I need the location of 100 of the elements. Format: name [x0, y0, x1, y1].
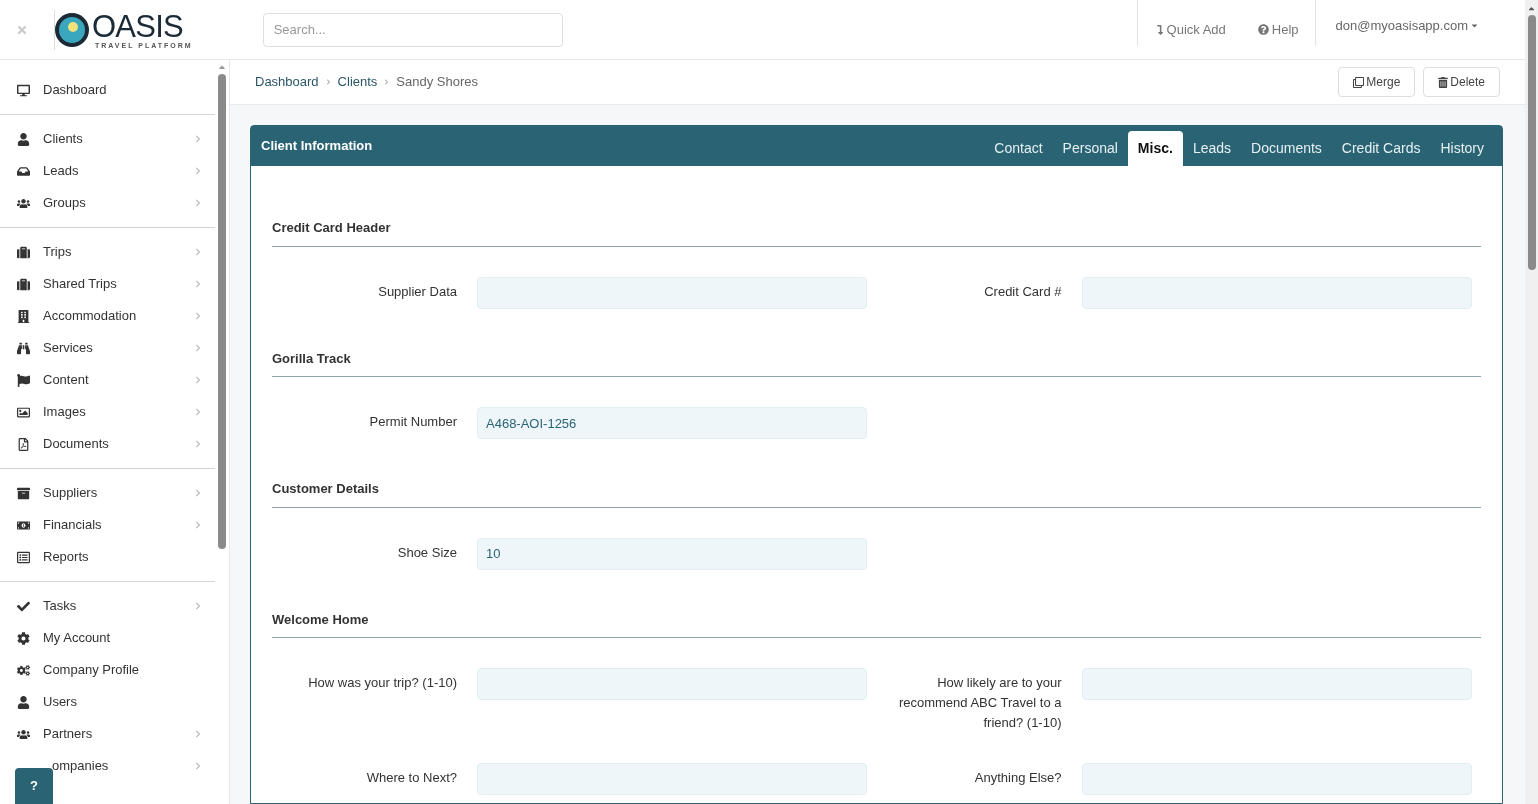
input-field[interactable]	[1081, 763, 1472, 795]
sidebar-item[interactable]: Groups	[0, 187, 215, 219]
sidebar-item[interactable]: Users	[0, 686, 215, 718]
sidebar-label: Shared Trips	[43, 275, 118, 294]
sidebar-item[interactable]: Documents	[0, 428, 215, 460]
breadcrumb-link[interactable]: Sandy Shores	[396, 72, 479, 92]
field-label: Supplier Data	[377, 282, 458, 301]
list-icon	[17, 550, 30, 564]
sidebar-label: Dashboard	[43, 81, 108, 100]
sidebar-item[interactable]: Dashboard	[0, 74, 215, 106]
sidebar-item[interactable]: Images	[0, 396, 215, 428]
sidebar-item[interactable]: Suppliers	[0, 477, 215, 509]
input-field[interactable]	[477, 763, 867, 795]
scrollbar-thumb[interactable]	[218, 74, 226, 549]
building-icon	[17, 309, 30, 323]
chevron-icon	[195, 312, 201, 320]
archive-icon	[17, 486, 30, 500]
close-icon[interactable]	[16, 23, 28, 36]
tab[interactable]: Leads	[1182, 131, 1242, 166]
section-title: Gorilla Track	[272, 348, 1481, 377]
scrollbar-thumb[interactable]	[1527, 15, 1536, 270]
sidebar-item[interactable]: Company Profile	[0, 654, 215, 686]
tab[interactable]: Misc.	[1127, 131, 1183, 166]
sidebar-label: My Account	[43, 629, 112, 648]
chevron-icon	[195, 167, 201, 175]
gears-icon	[17, 663, 30, 677]
binoculars-icon	[17, 341, 30, 355]
input-field[interactable]	[1081, 668, 1472, 700]
scroll-up-icon[interactable]	[1527, 4, 1536, 13]
pdf-file-icon	[17, 437, 30, 451]
sidebar-label: Documents	[43, 435, 110, 454]
panel-title: Client Information	[261, 137, 373, 156]
input-field[interactable]	[1081, 276, 1472, 309]
tab[interactable]: Personal	[1052, 131, 1128, 166]
breadcrumb-link[interactable]: Clients	[337, 72, 378, 92]
input-field[interactable]	[477, 276, 867, 309]
sidebar-label: Tasks	[43, 597, 78, 616]
sidebar-label: Partners	[43, 725, 94, 744]
suitcase-icon	[17, 277, 30, 291]
sidebar-item[interactable]: My Account	[0, 622, 215, 654]
merge-button[interactable]: Merge	[1338, 67, 1416, 97]
suitcase-icon	[17, 245, 30, 259]
copy-icon	[1353, 76, 1365, 88]
caret-icon	[1470, 21, 1479, 30]
sidebar-item[interactable]: Financials	[0, 509, 215, 541]
chevron-icon	[195, 408, 201, 416]
sidebar-label: Financials	[43, 516, 103, 535]
tab[interactable]: History	[1430, 131, 1494, 166]
chevron-icon	[195, 521, 201, 529]
user-icon	[17, 132, 30, 146]
sidebar-item[interactable]: Tasks	[0, 590, 215, 622]
tab[interactable]: Contact	[984, 131, 1053, 166]
sidebar-label: Trips	[43, 243, 73, 262]
search-field[interactable]: Search...	[262, 12, 563, 47]
sidebar-item[interactable]: Leads	[0, 155, 215, 187]
tab[interactable]: Documents	[1241, 131, 1332, 166]
field-label: Anything Else?	[973, 769, 1063, 787]
field-label: How was your trip? (1-10)	[307, 674, 458, 692]
chevron-icon	[195, 730, 201, 738]
field-label: Shoe Size	[396, 543, 458, 562]
breadcrumb-link[interactable]: Dashboard	[255, 72, 319, 92]
input-field[interactable]: 10	[477, 537, 867, 570]
sidebar-item[interactable]: Trips	[0, 236, 215, 268]
sidebar-item[interactable]: Content	[0, 364, 215, 396]
user-menu[interactable]: don@myoasisapp.com	[1335, 15, 1479, 36]
users-icon	[17, 196, 30, 210]
sidebar-label: Images	[43, 403, 87, 422]
sidebar-item[interactable]: Accommodation	[0, 300, 215, 332]
chevron-icon	[195, 199, 201, 207]
field-label: Credit Card #	[983, 282, 1063, 301]
sidebar-label: Company Profile	[43, 661, 141, 680]
help-icon	[1257, 24, 1269, 35]
help-button[interactable]: ?	[15, 768, 53, 804]
sidebar-item[interactable]: Services	[0, 332, 215, 364]
sidebar-label: ompanies	[52, 757, 110, 776]
input-field[interactable]	[477, 668, 867, 700]
sidebar-label: Services	[43, 339, 94, 358]
sidebar-item[interactable]: Partners	[0, 718, 215, 750]
chevron-icon	[195, 248, 201, 256]
delete-button[interactable]: Delete	[1423, 67, 1500, 97]
arrow-down-icon	[1155, 24, 1164, 35]
chevron-icon	[195, 440, 201, 448]
tab[interactable]: Credit Cards	[1331, 131, 1431, 166]
input-field[interactable]: A468-AOI-1256	[477, 407, 867, 439]
inbox-icon	[17, 164, 30, 178]
user-icon	[17, 695, 30, 709]
sidebar-item[interactable]: Clients	[0, 123, 215, 155]
field-label: How likely are to your recommend ABC Travel to a friend? (1-10)	[897, 674, 1063, 732]
chevron-icon	[195, 602, 201, 610]
section-title: Credit Card Header	[272, 218, 1481, 247]
logo-icon	[54, 11, 90, 48]
chevron-icon	[195, 344, 201, 352]
quick-add-button[interactable]: Quick Add	[1155, 19, 1226, 40]
field-label: Where to Next?	[365, 769, 458, 787]
chevron-icon	[195, 489, 201, 497]
chevron-icon	[195, 135, 201, 143]
sidebar-item[interactable]: Reports	[0, 541, 215, 573]
flag-icon	[17, 373, 30, 387]
sidebar-item[interactable]: Shared Trips	[0, 268, 215, 300]
help-link[interactable]: Help	[1257, 19, 1299, 40]
